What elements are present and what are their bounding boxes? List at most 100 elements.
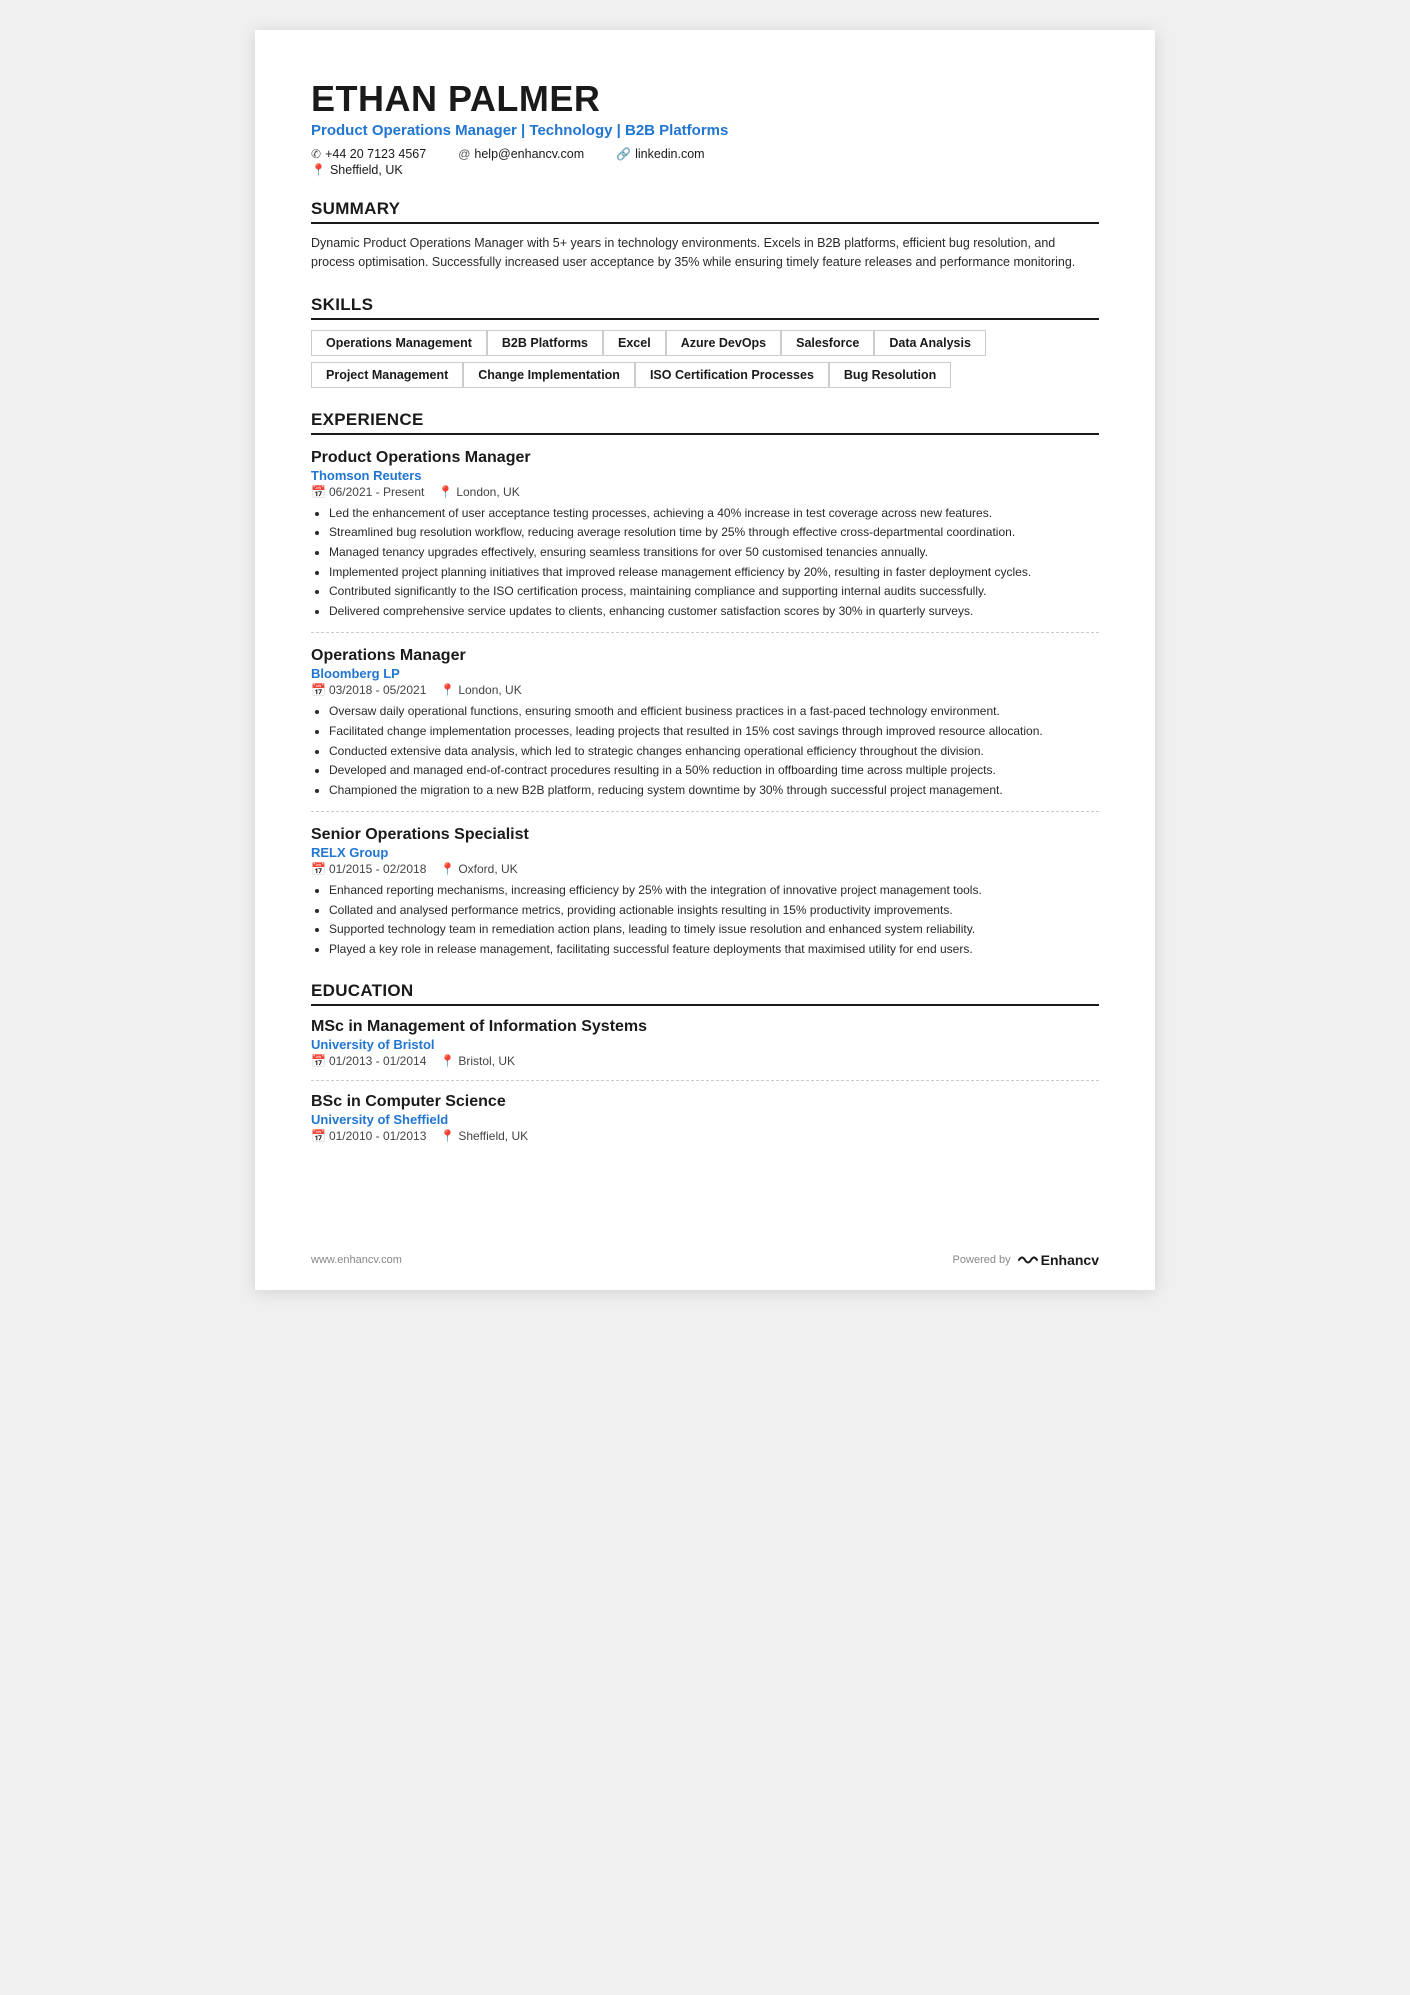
skill-change-impl: Change Implementation bbox=[463, 362, 635, 388]
footer-url: www.enhancv.com bbox=[311, 1254, 402, 1266]
skill-project-mgmt: Project Management bbox=[311, 362, 463, 388]
candidate-title: Product Operations Manager | Technology … bbox=[311, 122, 1099, 139]
degree-1-dates: 📅 01/2013 - 01/2014 bbox=[311, 1054, 426, 1068]
job-2-meta: 📅 03/2018 - 05/2021 📍 London, UK bbox=[311, 683, 1099, 697]
calendar-icon: 📅 bbox=[311, 485, 326, 499]
skill-azure: Azure DevOps bbox=[666, 330, 781, 356]
degree-1-location: 📍 Bristol, UK bbox=[440, 1054, 515, 1068]
email-value: help@enhancv.com bbox=[474, 147, 584, 161]
linkedin-contact: 🔗 linkedin.com bbox=[616, 147, 704, 161]
location-contact: 📍 Sheffield, UK bbox=[311, 163, 403, 177]
list-item: Implemented project planning initiatives… bbox=[329, 563, 1099, 582]
list-item: Developed and managed end-of-contract pr… bbox=[329, 761, 1099, 780]
list-item: Facilitated change implementation proces… bbox=[329, 722, 1099, 741]
job-2-dates: 📅 03/2018 - 05/2021 bbox=[311, 683, 426, 697]
skill-excel: Excel bbox=[603, 330, 666, 356]
job-1: Product Operations Manager Thomson Reute… bbox=[311, 449, 1099, 634]
job-3-location: 📍 Oxford, UK bbox=[440, 862, 517, 876]
list-item: Delivered comprehensive service updates … bbox=[329, 602, 1099, 621]
degree-2-title: BSc in Computer Science bbox=[311, 1093, 1099, 1111]
skills-section: SKILLS Operations Management B2B Platfor… bbox=[311, 295, 1099, 388]
skill-ops-mgmt: Operations Management bbox=[311, 330, 487, 356]
job-1-title: Product Operations Manager bbox=[311, 449, 1099, 467]
degree-2-location: 📍 Sheffield, UK bbox=[440, 1129, 528, 1143]
degree-1-meta: 📅 01/2013 - 01/2014 📍 Bristol, UK bbox=[311, 1054, 1099, 1068]
job-2: Operations Manager Bloomberg LP 📅 03/201… bbox=[311, 647, 1099, 812]
job-2-company: Bloomberg LP bbox=[311, 666, 1099, 681]
degree-1: MSc in Management of Information Systems… bbox=[311, 1018, 1099, 1081]
location-icon-job1: 📍 bbox=[438, 485, 453, 499]
degree-1-title: MSc in Management of Information Systems bbox=[311, 1018, 1099, 1036]
job-1-company: Thomson Reuters bbox=[311, 468, 1099, 483]
location-value: Sheffield, UK bbox=[330, 163, 403, 177]
degree-2-dates: 📅 01/2010 - 01/2013 bbox=[311, 1129, 426, 1143]
job-3-company: RELX Group bbox=[311, 845, 1099, 860]
calendar-icon: 📅 bbox=[311, 1129, 326, 1143]
location-icon-job3: 📍 bbox=[440, 862, 455, 876]
location-icon-edu2: 📍 bbox=[440, 1129, 455, 1143]
list-item: Enhanced reporting mechanisms, increasin… bbox=[329, 881, 1099, 900]
experience-title: EXPERIENCE bbox=[311, 410, 1099, 435]
job-1-meta: 📅 06/2021 - Present 📍 London, UK bbox=[311, 485, 1099, 499]
phone-contact: ✆ +44 20 7123 4567 bbox=[311, 147, 426, 161]
summary-text: Dynamic Product Operations Manager with … bbox=[311, 234, 1099, 273]
job-1-dates: 📅 06/2021 - Present bbox=[311, 485, 424, 499]
calendar-icon: 📅 bbox=[311, 1054, 326, 1068]
list-item: Led the enhancement of user acceptance t… bbox=[329, 504, 1099, 523]
degree-2-school: University of Sheffield bbox=[311, 1112, 1099, 1127]
degree-1-school: University of Bristol bbox=[311, 1037, 1099, 1052]
skills-row-2: Project Management Change Implementation… bbox=[311, 362, 1099, 388]
skills-row-1: Operations Management B2B Platforms Exce… bbox=[311, 330, 1099, 356]
location-icon-edu1: 📍 bbox=[440, 1054, 455, 1068]
candidate-name: ETHAN PALMER bbox=[311, 78, 1099, 120]
powered-by-label: Powered by bbox=[953, 1254, 1011, 1266]
job-2-location: 📍 London, UK bbox=[440, 683, 521, 697]
skill-iso: ISO Certification Processes bbox=[635, 362, 829, 388]
linkedin-icon: 🔗 bbox=[616, 147, 631, 161]
list-item: Streamlined bug resolution workflow, red… bbox=[329, 523, 1099, 542]
email-icon: @ bbox=[458, 147, 470, 161]
enhancv-logo-icon bbox=[1017, 1253, 1039, 1267]
page-footer: www.enhancv.com Powered by Enhancv bbox=[311, 1252, 1099, 1268]
list-item: Contributed significantly to the ISO cer… bbox=[329, 582, 1099, 601]
skill-salesforce: Salesforce bbox=[781, 330, 874, 356]
degree-2: BSc in Computer Science University of Sh… bbox=[311, 1093, 1099, 1143]
linkedin-value: linkedin.com bbox=[635, 147, 704, 161]
list-item: Conducted extensive data analysis, which… bbox=[329, 742, 1099, 761]
job-3-title: Senior Operations Specialist bbox=[311, 826, 1099, 844]
email-contact: @ help@enhancv.com bbox=[458, 147, 584, 161]
phone-value: +44 20 7123 4567 bbox=[325, 147, 426, 161]
list-item: Collated and analysed performance metric… bbox=[329, 901, 1099, 920]
phone-icon: ✆ bbox=[311, 147, 321, 161]
list-item: Championed the migration to a new B2B pl… bbox=[329, 781, 1099, 800]
experience-section: EXPERIENCE Product Operations Manager Th… bbox=[311, 410, 1099, 959]
list-item: Supported technology team in remediation… bbox=[329, 920, 1099, 939]
education-section: EDUCATION MSc in Management of Informati… bbox=[311, 981, 1099, 1143]
job-3: Senior Operations Specialist RELX Group … bbox=[311, 826, 1099, 958]
job-1-location: 📍 London, UK bbox=[438, 485, 519, 499]
skills-grid: Operations Management B2B Platforms Exce… bbox=[311, 330, 1099, 388]
location-icon-job2: 📍 bbox=[440, 683, 455, 697]
location-icon: 📍 bbox=[311, 163, 326, 177]
list-item: Oversaw daily operational functions, ens… bbox=[329, 702, 1099, 721]
contact-row: ✆ +44 20 7123 4567 @ help@enhancv.com 🔗 … bbox=[311, 147, 1099, 161]
enhancv-brand: Enhancv bbox=[1017, 1252, 1099, 1268]
summary-section: SUMMARY Dynamic Product Operations Manag… bbox=[311, 199, 1099, 273]
skills-title: SKILLS bbox=[311, 295, 1099, 320]
header: ETHAN PALMER Product Operations Manager … bbox=[311, 78, 1099, 177]
job-2-title: Operations Manager bbox=[311, 647, 1099, 665]
list-item: Played a key role in release management,… bbox=[329, 940, 1099, 959]
location-row: 📍 Sheffield, UK bbox=[311, 163, 1099, 177]
education-title: EDUCATION bbox=[311, 981, 1099, 1006]
skill-bug-resolution: Bug Resolution bbox=[829, 362, 951, 388]
job-3-bullets: Enhanced reporting mechanisms, increasin… bbox=[311, 881, 1099, 958]
skill-data-analysis: Data Analysis bbox=[874, 330, 986, 356]
resume-page: ETHAN PALMER Product Operations Manager … bbox=[255, 30, 1155, 1290]
job-1-bullets: Led the enhancement of user acceptance t… bbox=[311, 504, 1099, 621]
job-2-bullets: Oversaw daily operational functions, ens… bbox=[311, 702, 1099, 799]
footer-powered: Powered by Enhancv bbox=[953, 1252, 1099, 1268]
skill-b2b: B2B Platforms bbox=[487, 330, 603, 356]
summary-title: SUMMARY bbox=[311, 199, 1099, 224]
calendar-icon: 📅 bbox=[311, 683, 326, 697]
brand-name: Enhancv bbox=[1041, 1252, 1099, 1268]
